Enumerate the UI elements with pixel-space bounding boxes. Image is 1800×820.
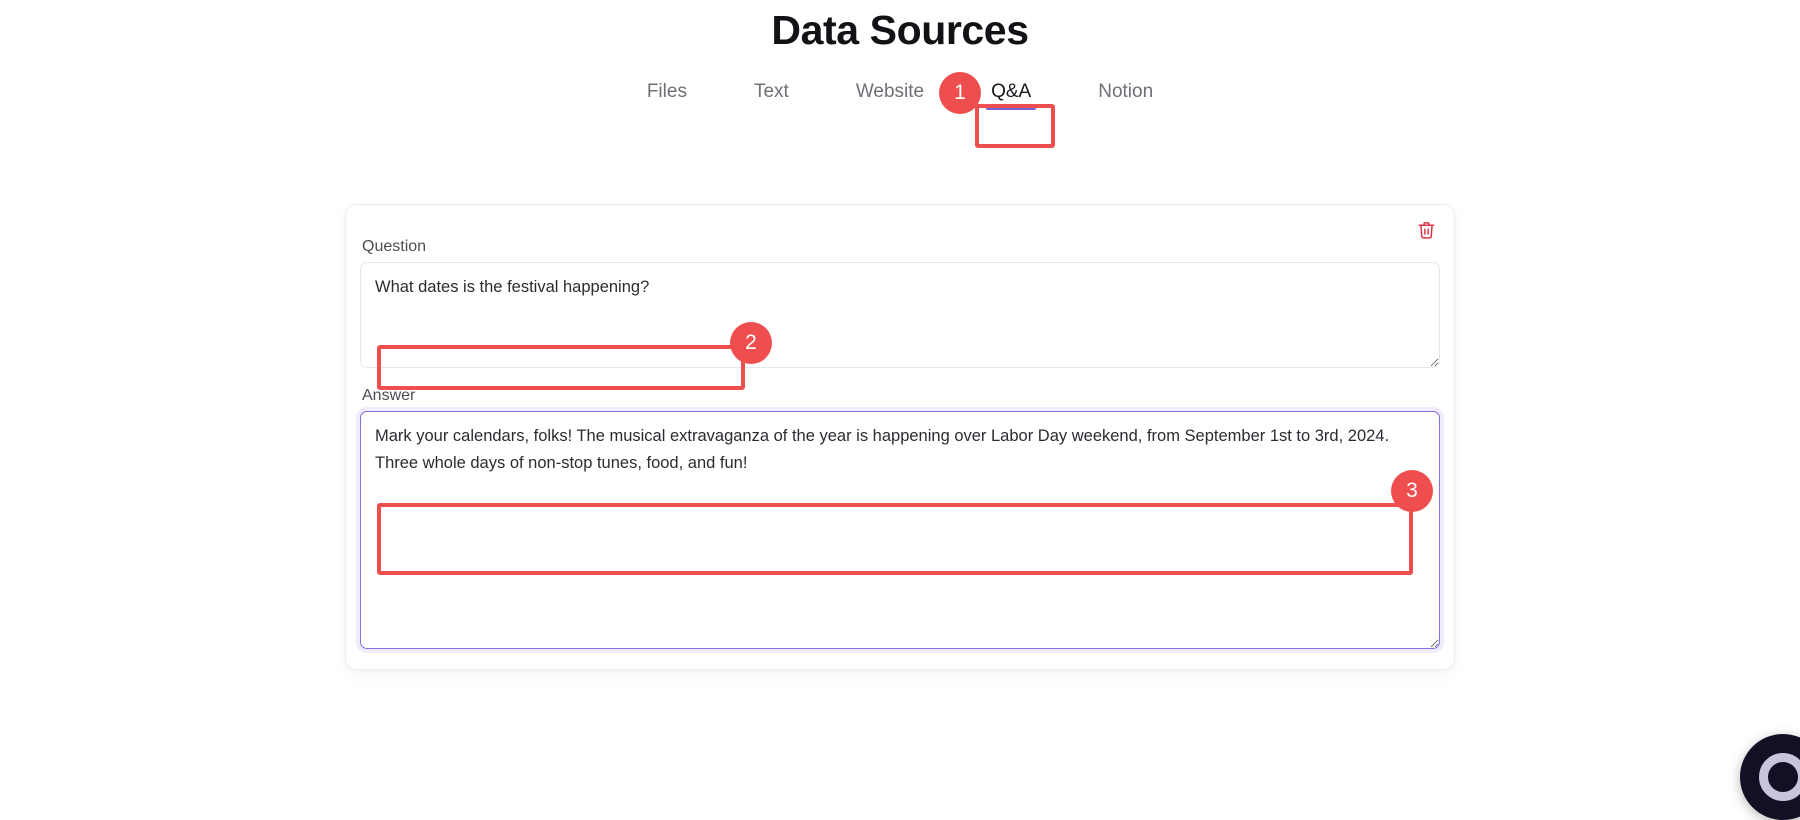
tab-notion[interactable]: Notion bbox=[1092, 78, 1159, 110]
trash-icon bbox=[1417, 220, 1436, 243]
tab-text[interactable]: Text bbox=[748, 78, 795, 110]
question-input[interactable] bbox=[360, 262, 1440, 369]
tab-website[interactable]: Website bbox=[850, 78, 930, 110]
answer-label: Answer bbox=[362, 387, 416, 405]
question-label: Question bbox=[362, 238, 427, 256]
tab-files[interactable]: Files bbox=[641, 78, 693, 110]
tab-qa[interactable]: Q&A bbox=[985, 78, 1037, 110]
data-source-tabs: Files Text Website Q&A Notion bbox=[0, 78, 1800, 110]
qa-entry-card: Question Answer bbox=[345, 204, 1455, 671]
chat-widget-button[interactable] bbox=[1740, 734, 1800, 820]
page-title: Data Sources bbox=[771, 7, 1029, 53]
delete-qa-button[interactable] bbox=[1413, 218, 1439, 244]
qa-card-container: Question Answer bbox=[345, 110, 1455, 671]
answer-input[interactable] bbox=[360, 411, 1440, 650]
